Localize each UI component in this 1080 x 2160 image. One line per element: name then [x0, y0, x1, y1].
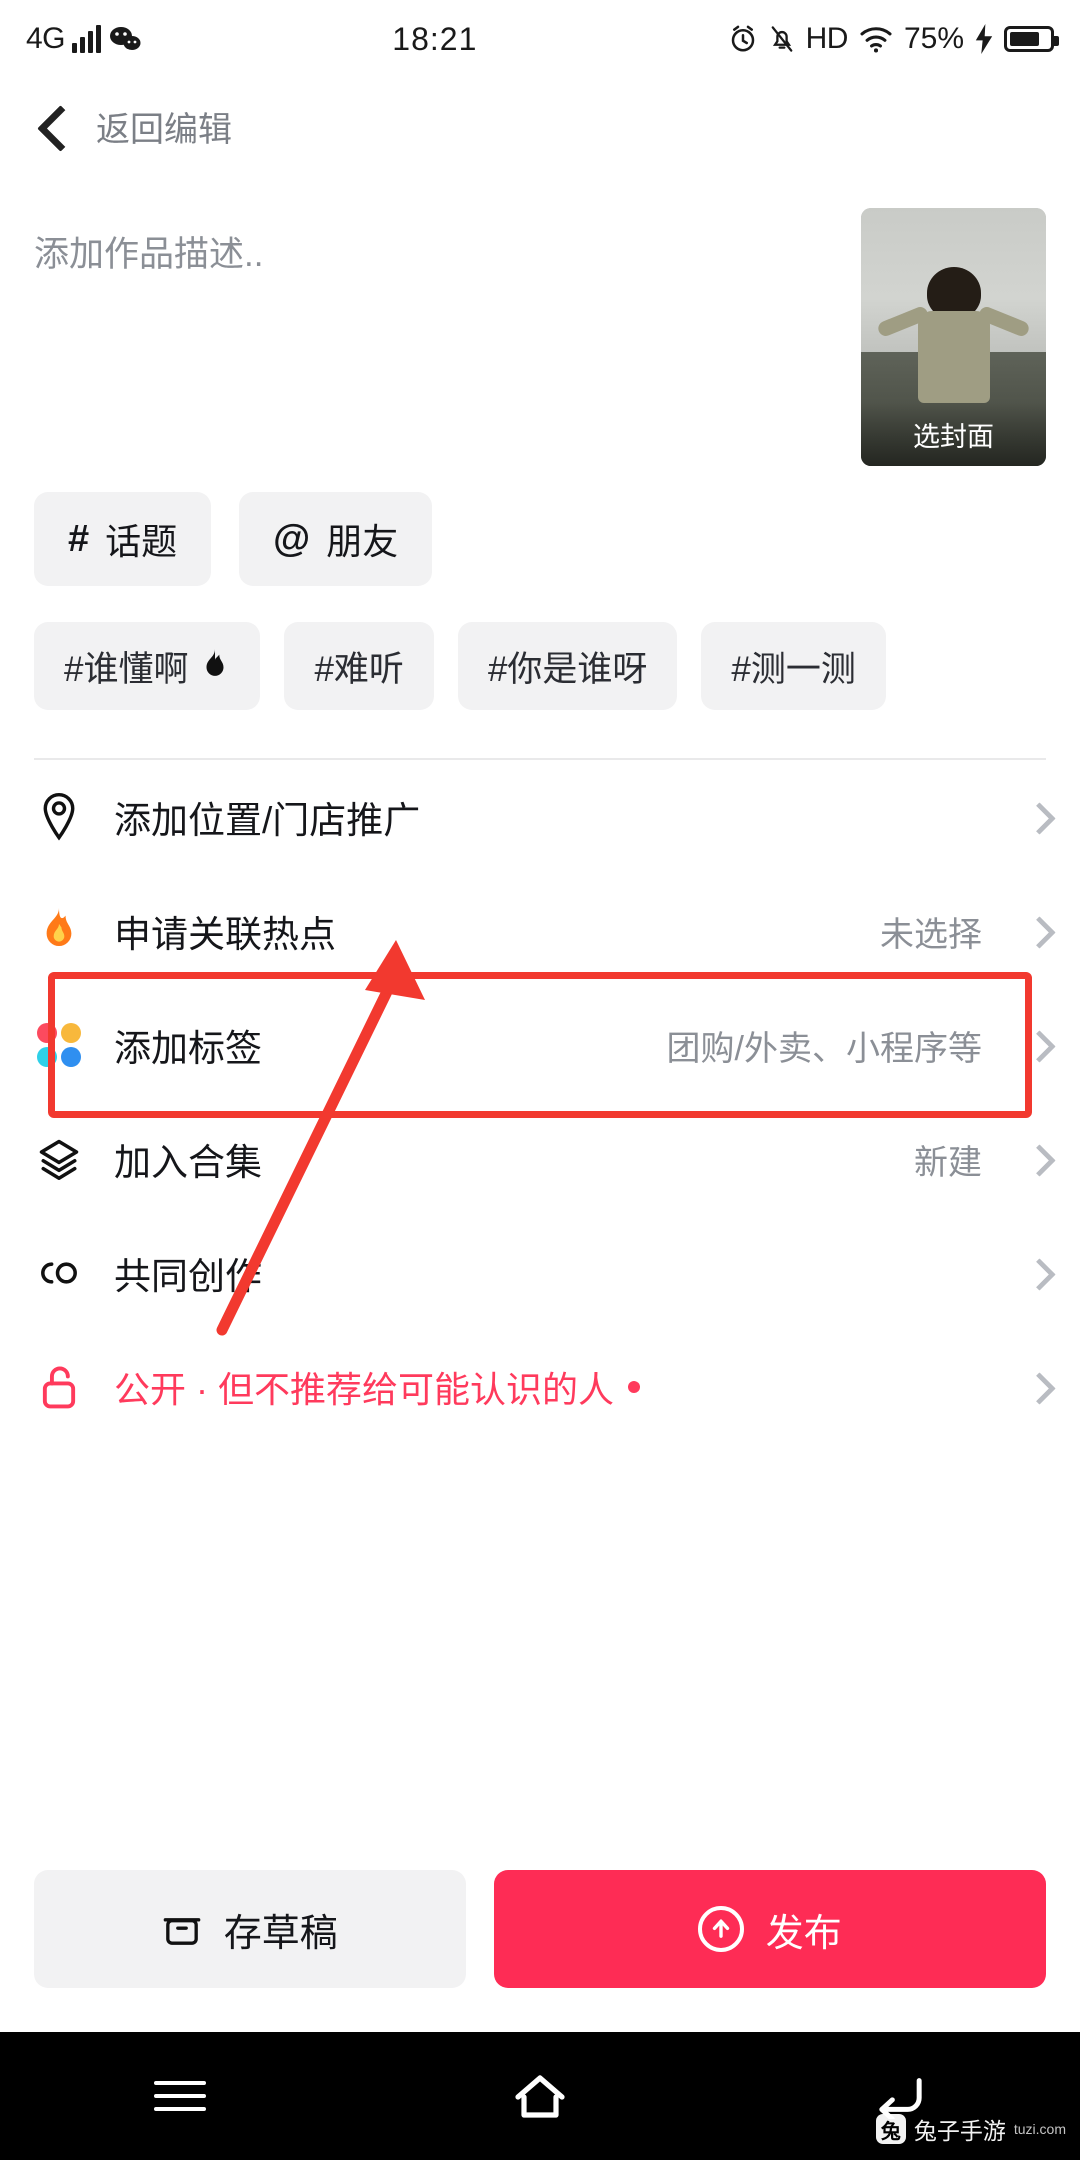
- select-cover-label[interactable]: 选封面: [861, 402, 1046, 466]
- fire-icon: [206, 649, 224, 676]
- menu-row-hotspot-label: 申请关联热点: [114, 914, 336, 955]
- layers-icon: [34, 1138, 84, 1180]
- chevron-right-icon: [1026, 1035, 1046, 1055]
- mute-bell-icon: [771, 26, 792, 52]
- privacy-dot-indicator: [628, 1381, 640, 1393]
- hd-label: HD: [805, 22, 849, 55]
- menu-row-collection-label: 加入合集: [114, 1142, 262, 1183]
- wechat-icon: [110, 27, 141, 50]
- watermark-badge: 兔: [875, 2114, 906, 2144]
- network-type-label: 4G: [26, 22, 66, 55]
- back-chevron-icon[interactable]: [34, 109, 68, 143]
- fire-icon: [34, 908, 84, 954]
- hashtag-chip-label: #测一测: [731, 649, 856, 689]
- signal-bars-icon: [72, 25, 102, 53]
- privacy-text: 公开 · 但不推荐给可能认识的人: [114, 1369, 614, 1410]
- menu-row-collection[interactable]: 加入合集 新建: [34, 1102, 1046, 1216]
- topic-button-label: 话题: [105, 521, 178, 562]
- lightning-icon: [975, 24, 993, 54]
- bottom-action-bar: 存草稿 发布: [0, 1870, 1080, 1988]
- save-draft-button[interactable]: 存草稿: [34, 1870, 466, 1988]
- save-draft-label: 存草稿: [223, 1912, 338, 1955]
- at-icon: @: [273, 517, 311, 560]
- menu-row-cocreate-label: 共同创作: [114, 1256, 262, 1297]
- chevron-right-icon: [1026, 1377, 1046, 1397]
- menu-row-privacy-label: 公开 · 但不推荐给可能认识的人: [114, 1361, 996, 1413]
- back-to-edit-label[interactable]: 返回编辑: [96, 102, 232, 151]
- hash-icon: #: [68, 517, 90, 560]
- watermark-text: 兔子手游: [913, 2118, 1006, 2144]
- status-bar-left: 4G: [26, 22, 142, 56]
- menu-row-hotspot[interactable]: 申请关联热点 未选择: [34, 874, 1046, 988]
- android-nav-bar: 兔 兔子手游 tuzi.com: [0, 2032, 1080, 2160]
- site-watermark: 兔 兔子手游 tuzi.com: [875, 2112, 1066, 2146]
- friend-button[interactable]: @ 朋友: [239, 492, 433, 586]
- chevron-right-icon: [1026, 807, 1046, 827]
- unlock-icon: [34, 1364, 84, 1410]
- hashtag-chip-label: #你是谁呀: [487, 649, 648, 689]
- four-dots-icon: [34, 1023, 84, 1067]
- co-create-icon: [34, 1256, 84, 1290]
- chevron-right-icon: [1026, 1149, 1046, 1169]
- chevron-right-icon: [1026, 921, 1046, 941]
- hashtag-chip-label: #谁懂啊: [64, 649, 189, 689]
- compose-buttons-row: # 话题 @ 朋友: [0, 466, 1080, 586]
- menu-icon: [154, 2072, 206, 2120]
- top-nav-bar: 返回编辑: [0, 78, 1080, 174]
- chevron-right-icon: [1026, 1263, 1046, 1283]
- menu-row-add-tag-value: 团购/外卖、小程序等: [666, 1029, 982, 1068]
- hashtag-suggestions-row[interactable]: #谁懂啊 #难听 #你是谁呀 #测一测: [0, 586, 1080, 710]
- menu-row-hotspot-value: 未选择: [880, 915, 982, 954]
- publish-button[interactable]: 发布: [493, 1870, 1046, 1988]
- status-bar: 4G 18:21 HD 75%: [0, 0, 1080, 78]
- topic-button[interactable]: # 话题: [34, 492, 212, 586]
- friend-button-label: 朋友: [326, 521, 399, 562]
- hashtag-chip[interactable]: #谁懂啊: [34, 622, 261, 710]
- wifi-icon: [860, 27, 892, 53]
- description-input[interactable]: 添加作品描述..: [34, 208, 843, 466]
- publish-screen: 4G 18:21 HD 75% 返回编辑 添加作品描述.. 选封面 # 话题 @…: [0, 0, 1080, 2160]
- menu-row-add-tag[interactable]: 添加标签 团购/外卖、小程序等: [34, 972, 1046, 1118]
- cover-thumbnail[interactable]: 选封面: [861, 208, 1046, 466]
- cover-child-body: [917, 311, 990, 404]
- menu-row-add-tag-label: 添加标签: [114, 1028, 262, 1069]
- hashtag-chip[interactable]: #测一测: [701, 622, 886, 710]
- hashtag-chip[interactable]: #你是谁呀: [457, 622, 678, 710]
- options-menu: 添加位置/门店推广 申请关联热点 未选择 添加标签 团购/外卖、小程序等 加入合…: [0, 760, 1080, 1444]
- home-button[interactable]: [480, 2066, 600, 2126]
- location-pin-icon: [34, 793, 84, 841]
- alarm-icon: [731, 25, 754, 52]
- watermark-subtext: tuzi.com: [1013, 2121, 1066, 2137]
- battery-icon: [1004, 26, 1059, 52]
- menu-row-location[interactable]: 添加位置/门店推广: [34, 760, 1046, 874]
- hashtag-chip-label: #难听: [314, 649, 404, 689]
- menu-row-privacy[interactable]: 公开 · 但不推荐给可能认识的人: [34, 1330, 1046, 1444]
- draft-box-icon: [163, 1918, 201, 1945]
- menu-row-cocreate[interactable]: 共同创作: [34, 1216, 1046, 1330]
- upload-arrow-icon: [697, 1906, 744, 1952]
- description-section: 添加作品描述.. 选封面: [0, 174, 1080, 466]
- status-bar-clock: 18:21: [392, 20, 478, 57]
- home-icon: [515, 2075, 565, 2118]
- battery-percent-label: 75%: [903, 22, 964, 55]
- recents-button[interactable]: [120, 2066, 240, 2126]
- hashtag-chip[interactable]: #难听: [284, 622, 434, 710]
- description-placeholder: 添加作品描述..: [34, 235, 264, 274]
- status-bar-right: HD 75%: [728, 22, 1059, 56]
- menu-row-collection-value: 新建: [914, 1143, 982, 1182]
- publish-label: 发布: [765, 1912, 842, 1955]
- menu-row-location-label: 添加位置/门店推广: [114, 800, 421, 841]
